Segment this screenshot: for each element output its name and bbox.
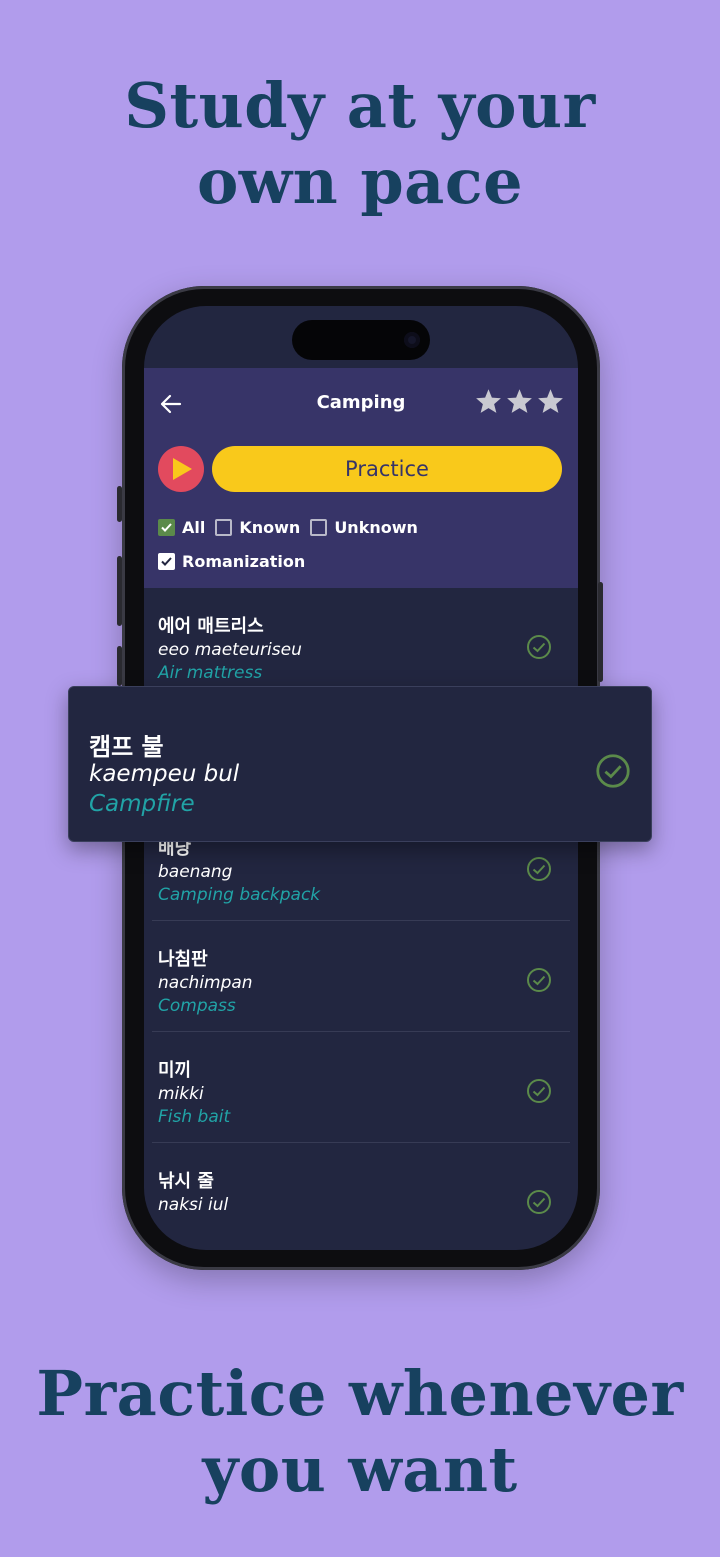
romanization-text: eeo maeteuriseu [158,640,302,660]
headline-top-line-2: own pace [196,145,524,218]
korean-word: 에어 매트리스 [158,616,264,637]
phone-volume-down [117,646,122,686]
checkmark-icon [161,557,172,566]
phone-power-button [598,582,603,682]
check-circle-icon[interactable] [595,753,631,793]
check-circle-icon[interactable] [526,634,552,664]
list-item[interactable]: 나침판 nachimpan Compass [152,921,570,1032]
highlighted-word-card[interactable]: 캠프 불 kaempeu bul Campfire [68,686,652,842]
korean-word: 나침판 [158,949,208,970]
checkbox-romanization[interactable] [158,553,175,570]
romanization-text: kaempeu bul [89,761,240,787]
filter-all-label: All [182,518,206,537]
romanization-toggle[interactable]: Romanization [158,552,305,571]
checkbox-all[interactable] [158,519,175,536]
headline-top: Study at your own pace [0,68,720,220]
list-item[interactable]: 낚시 줄 naksi iul [152,1143,570,1250]
english-translation: Camping backpack [158,885,321,905]
check-circle-icon[interactable] [526,967,552,997]
star-icon [475,388,502,414]
check-circle-icon[interactable] [526,1189,552,1219]
headline-bottom: Practice whenever you want [0,1356,720,1508]
phone-side-button [117,486,122,522]
romanization-text: naksi iul [158,1195,229,1215]
headline-bottom-line-1: Practice whenever [36,1357,684,1430]
dynamic-island [292,320,430,360]
filter-row: All Known Unknown [158,518,418,537]
checkmark-icon [161,523,172,532]
practice-button[interactable]: Practice [212,446,562,492]
filter-known[interactable]: Known [215,518,300,537]
korean-word: 낚시 줄 [158,1171,214,1192]
phone-volume-up [117,556,122,626]
romanization-text: baenang [158,862,233,882]
checkbox-unknown[interactable] [310,519,328,536]
star-icon [537,388,564,414]
headline-bottom-line-2: you want [202,1433,518,1506]
star-icon [506,388,533,414]
checkbox-known[interactable] [215,519,233,536]
headline-top-line-1: Study at your [124,69,596,142]
romanization-text: mikki [158,1084,204,1104]
star-rating [475,388,564,414]
check-circle-icon[interactable] [526,1078,552,1108]
filter-unknown[interactable]: Unknown [310,518,418,537]
filter-known-label: Known [239,518,301,537]
check-circle-icon[interactable] [526,856,552,886]
camera-icon [404,332,420,348]
list-item[interactable]: 에어 매트리스 eeo maeteuriseu Air mattress [152,588,570,699]
korean-word: 미끼 [158,1060,192,1081]
app-header: Camping Practice All Known Unknown Roman… [144,368,578,588]
play-icon [173,458,192,480]
english-translation: Campfire [89,791,195,817]
romanization-label: Romanization [182,552,306,571]
filter-all[interactable]: All [158,518,205,537]
english-translation: Air mattress [158,663,263,683]
english-translation: Fish bait [158,1107,231,1127]
filter-unknown-label: Unknown [334,518,418,537]
list-item[interactable]: 미끼 mikki Fish bait [152,1032,570,1143]
play-audio-button[interactable] [158,446,204,492]
english-translation: Compass [158,996,236,1016]
romanization-text: nachimpan [158,973,253,993]
korean-word: 캠프 불 [89,733,164,761]
